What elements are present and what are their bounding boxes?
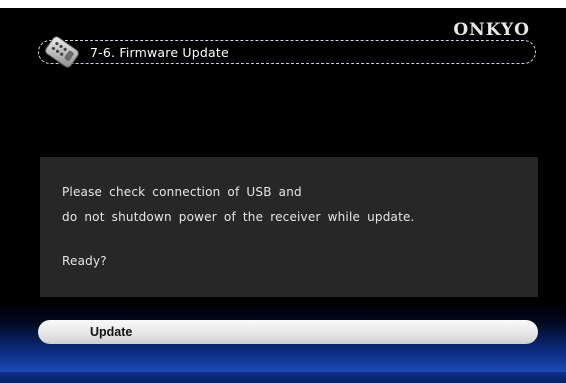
message-ready-prompt: Ready? bbox=[62, 254, 107, 268]
message-panel: Please check connection of USB and do no… bbox=[40, 157, 538, 297]
message-line-1: Please check connection of USB and bbox=[62, 185, 302, 199]
top-band bbox=[0, 0, 566, 8]
remote-control-icon bbox=[45, 36, 79, 68]
onkyo-logo: ONKYO bbox=[453, 20, 530, 40]
bottom-strip bbox=[0, 372, 566, 383]
page-title: 7-6. Firmware Update bbox=[90, 45, 229, 60]
update-button[interactable]: Update bbox=[38, 320, 538, 344]
message-line-2: do not shutdown power of the receiver wh… bbox=[62, 210, 415, 224]
update-button-label: Update bbox=[90, 325, 133, 339]
firmware-update-screen: ONKYO 7-6. Firmware Update Please check … bbox=[0, 0, 566, 383]
